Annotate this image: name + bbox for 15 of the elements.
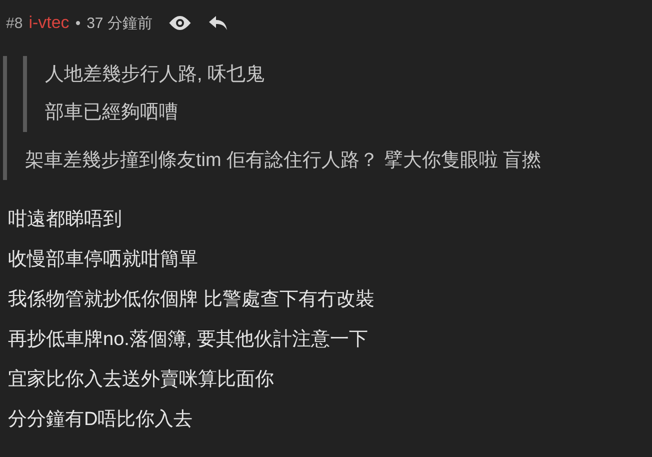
post-text: 宜家比你入去送外賣咪算比面你 [8, 368, 274, 392]
post-text: 咁遠都睇唔到 [8, 208, 122, 232]
post-text: 再抄低車牌no.落個簿, 要其他伙計注意一下 [8, 328, 368, 352]
quote-text: 人地差幾步行人路, 咊乜鬼 [45, 63, 265, 87]
separator-dot: • [75, 14, 81, 32]
quote-text: 部車已經夠哂嘈 [45, 101, 178, 125]
author-link[interactable]: i-vtec [28, 13, 70, 33]
post-time: 37 分鐘前 [86, 14, 152, 32]
quote-text: 架車差幾步撞到條友tim 佢有諗住行人路？ 擘大你隻眼啦 盲撚 [25, 148, 542, 173]
post-text: 分分鐘有D唔比你入去 [8, 408, 193, 432]
post-text: 我係物管就抄低你個牌 比警處查下有冇改裝 [8, 288, 374, 312]
post-number: #8 [6, 14, 23, 32]
post-text: 收慢部車停哂就咁簡單 [8, 248, 198, 272]
eye-icon[interactable] [168, 15, 192, 31]
reply-icon[interactable] [208, 15, 228, 31]
